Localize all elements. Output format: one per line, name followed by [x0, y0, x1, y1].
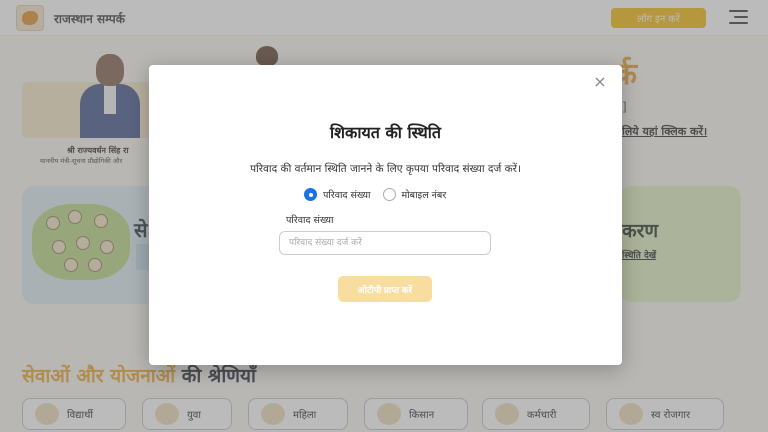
close-icon[interactable]: ×	[593, 74, 607, 90]
radio-mobile-number[interactable]	[382, 188, 396, 201]
get-otp-button[interactable]: ओटीपी प्राप्त करें	[338, 276, 432, 302]
radio-complaint-number-label[interactable]: परिवाद संख्या	[323, 188, 371, 201]
search-type-radio-group: परिवाद संख्या मोबाइल नंबर	[304, 188, 446, 201]
radio-mobile-number-label[interactable]: मोबाइल नंबर	[402, 188, 447, 201]
complaint-number-input[interactable]	[279, 231, 491, 255]
modal-description: परिवाद की वर्तमान स्थिति जानने के लिए कृ…	[250, 163, 521, 175]
complaint-number-label: परिवाद संख्या	[286, 215, 334, 226]
modal-title: शिकायत की स्थिति	[330, 123, 441, 142]
radio-complaint-number[interactable]	[304, 188, 317, 201]
complaint-status-modal: × शिकायत की स्थिति परिवाद की वर्तमान स्थ…	[149, 65, 622, 365]
